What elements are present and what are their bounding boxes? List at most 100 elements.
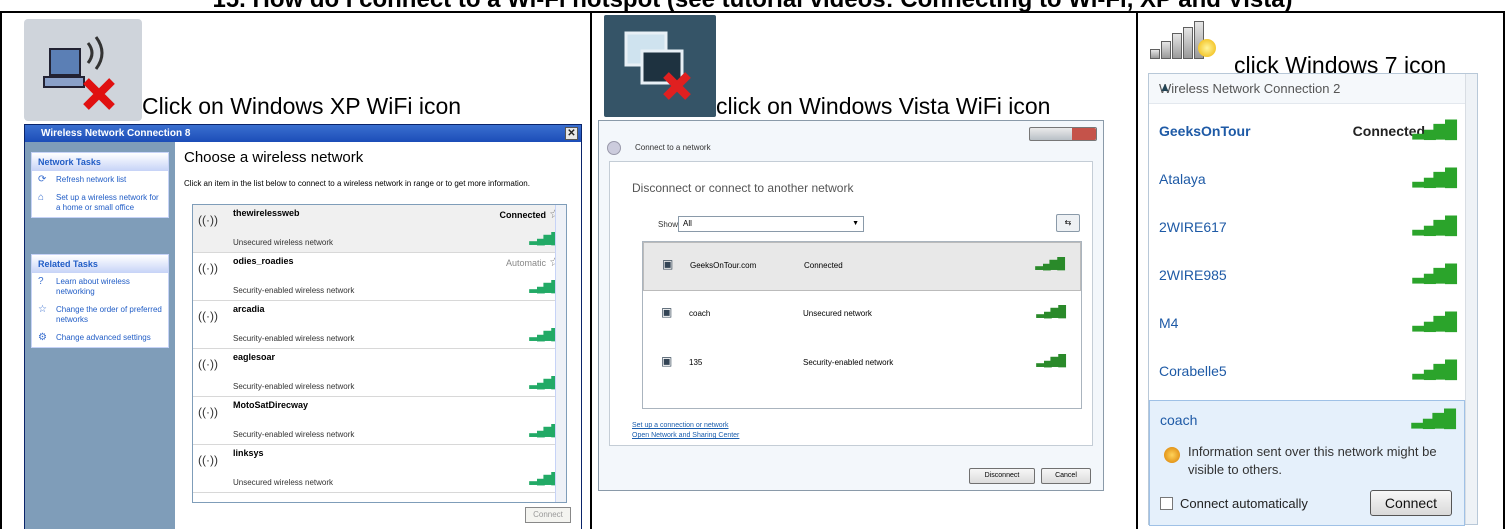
network-row[interactable]: ((·)) MotoSatDirecway Security-enabled w… [193, 397, 566, 445]
antenna-icon: ((·)) [198, 309, 218, 323]
xp-wireless-window: Wireless Network Connection 8 ✕ Network … [24, 124, 582, 529]
win7-cell: click Windows 7 icon Wireless Network Co… [1138, 13, 1503, 529]
network-name: thewirelessweb [233, 208, 300, 218]
network-name: coach [689, 309, 711, 318]
network-row[interactable]: ▣ coach Unsecured network ▂▄▆█ [643, 291, 1081, 340]
network-row[interactable]: 2WIRE617 ▂▄▆█ [1149, 206, 1465, 252]
signal-bar [1172, 33, 1182, 59]
network-security: Security-enabled wireless network [233, 334, 355, 343]
network-name: GeeksOnTour [1159, 123, 1251, 139]
xp-caption: Click on Windows XP WiFi icon [142, 93, 462, 119]
network-name: Atalaya [1159, 171, 1206, 187]
computer-icon: ▣ [662, 257, 674, 271]
network-sharing-center-link[interactable]: Open Network and Sharing Center [632, 432, 739, 439]
network-security: Unsecured wireless network [233, 238, 334, 247]
network-row[interactable]: ▣ GeeksOnTour.com Connected ▂▄▆█ [643, 242, 1081, 291]
change-advanced-settings-link[interactable]: ⚙ Change advanced settings [32, 329, 168, 347]
connect-button[interactable]: Connect [1370, 490, 1452, 516]
vista-network-list: ▣ GeeksOnTour.com Connected ▂▄▆█ ▣ coach… [642, 241, 1082, 409]
network-row[interactable]: ▣ 135 Security-enabled network ▂▄▆█ [643, 340, 1081, 389]
vista-title: Disconnect or connect to another network [632, 181, 854, 195]
signal-bar [1183, 27, 1193, 59]
chevron-up-icon[interactable]: ▲ [1159, 80, 1453, 94]
win7-panel-header: Wireless Network Connection 2 ▲ [1149, 74, 1477, 104]
page-title-strip: 15. How do I connect to a Wi-Fi hotspot … [0, 0, 1505, 11]
network-row[interactable]: ((·)) linksys Unsecured wireless network… [193, 445, 566, 493]
network-security: Unsecured wireless network [233, 478, 334, 487]
network-name: 2WIRE617 [1159, 219, 1227, 235]
xp-cell: Click on Windows XP WiFi icon Wireless N… [2, 13, 590, 529]
network-name: MotoSatDirecway [233, 400, 309, 410]
cancel-button[interactable]: Cancel [1041, 468, 1091, 484]
signal-icon: ▂▄▆█ [1412, 120, 1457, 139]
signal-icon: ▂▄▆█ [1412, 264, 1457, 283]
network-name: eaglesoar [233, 352, 276, 362]
refresh-network-list-link[interactable]: ⟳ Refresh network list [32, 171, 168, 189]
antenna-icon: ((·)) [198, 261, 218, 275]
close-button[interactable]: ✕ [565, 127, 578, 140]
vista-cell: click on Windows Vista WiFi icon Connect… [592, 13, 1136, 529]
scrollbar[interactable] [555, 205, 566, 502]
selected-network[interactable]: coach ▂▄▆█ Information sent over this ne… [1149, 400, 1465, 526]
show-label: Show [658, 220, 679, 229]
network-tasks-heading: Network Tasks [32, 153, 168, 171]
vista-content: Disconnect or connect to another network… [609, 161, 1093, 446]
close-icon[interactable] [1072, 128, 1096, 140]
network-tasks-panel: Network Tasks ⟳ Refresh network list ⌂ S… [31, 152, 169, 218]
change-order-link[interactable]: ☆ Change the order of preferred networks [32, 301, 168, 329]
vista-header: Connect to a network [635, 143, 711, 152]
show-value: All [683, 219, 692, 228]
network-security: Security-enabled wireless network [233, 382, 355, 391]
network-row[interactable]: ((·)) thewirelessweb Connected ☆ Unsecur… [193, 205, 566, 253]
network-row[interactable]: 2WIRE985 ▂▄▆█ [1149, 254, 1465, 300]
network-security: Security-enabled wireless network [233, 286, 355, 295]
network-name: 135 [689, 358, 703, 367]
network-row[interactable]: ((·)) odies_roadies Automatic ☆ Security… [193, 253, 566, 301]
computer-icon: ▣ [661, 354, 673, 368]
back-button[interactable] [607, 141, 621, 155]
learn-wireless-link[interactable]: ? Learn about wireless networking [32, 273, 168, 301]
task-label: Refresh network list [56, 175, 127, 184]
wifi-disconnected-icon [43, 36, 115, 110]
xp-wifi-icon[interactable] [24, 19, 142, 121]
network-name: Corabelle5 [1159, 363, 1227, 379]
xp-description: Click an item in the list below to conne… [184, 179, 530, 188]
network-name: odies_roadies [233, 256, 294, 266]
xp-task-pane: Network Tasks ⟳ Refresh network list ⌂ S… [25, 142, 175, 529]
network-row[interactable]: Atalaya ▂▄▆█ [1149, 158, 1465, 204]
win7-wifi-icon[interactable] [1150, 19, 1226, 59]
signal-icon: ▂▄▆█ [529, 473, 558, 485]
network-row[interactable]: ((·)) arcadia Security-enabled wireless … [193, 301, 566, 349]
signal-icon: ▂▄▆█ [1036, 306, 1065, 318]
network-disconnected-icon [624, 31, 691, 100]
setup-wireless-network-link[interactable]: ⌂ Set up a wireless network for a home o… [32, 189, 168, 217]
antenna-icon: ((·)) [198, 357, 218, 371]
page-title: 15. How do I connect to a Wi-Fi hotspot … [212, 0, 1292, 11]
help-icon: ? [38, 276, 44, 287]
window-controls[interactable] [1029, 127, 1097, 141]
security-warning-text: Information sent over this network might… [1188, 444, 1437, 477]
scrollbar[interactable] [1465, 74, 1477, 524]
setup-connection-link[interactable]: Set up a connection or network [632, 422, 729, 429]
connect-button[interactable]: Connect [525, 507, 571, 523]
network-row[interactable]: Corabelle5 ▂▄▆█ [1149, 350, 1465, 396]
antenna-icon: ((·)) [198, 213, 218, 227]
signal-bar [1161, 41, 1171, 59]
network-status: Security-enabled network [803, 358, 894, 367]
signal-icon: ▂▄▆█ [529, 329, 558, 341]
disconnect-button[interactable]: Disconnect [969, 468, 1035, 484]
connect-automatically-checkbox[interactable] [1160, 497, 1173, 510]
network-row[interactable]: ((·)) eaglesoar Security-enabled wireles… [193, 349, 566, 397]
network-row[interactable]: M4 ▂▄▆█ [1149, 302, 1465, 348]
network-name: GeeksOnTour.com [690, 261, 757, 270]
show-select[interactable]: All ▼ [678, 216, 864, 232]
signal-icon: ▂▄▆█ [1412, 360, 1457, 379]
signal-icon: ▂▄▆█ [1412, 216, 1457, 235]
network-row[interactable]: GeeksOnTour Connected ▂▄▆█ [1149, 110, 1465, 156]
refresh-button[interactable]: ⇆ [1056, 214, 1080, 232]
vista-wifi-icon[interactable] [604, 15, 716, 117]
task-label: Change advanced settings [56, 333, 151, 342]
star-icon: ☆ [38, 304, 47, 315]
settings-icon: ⚙ [38, 332, 47, 343]
network-status: Connected [499, 210, 546, 220]
